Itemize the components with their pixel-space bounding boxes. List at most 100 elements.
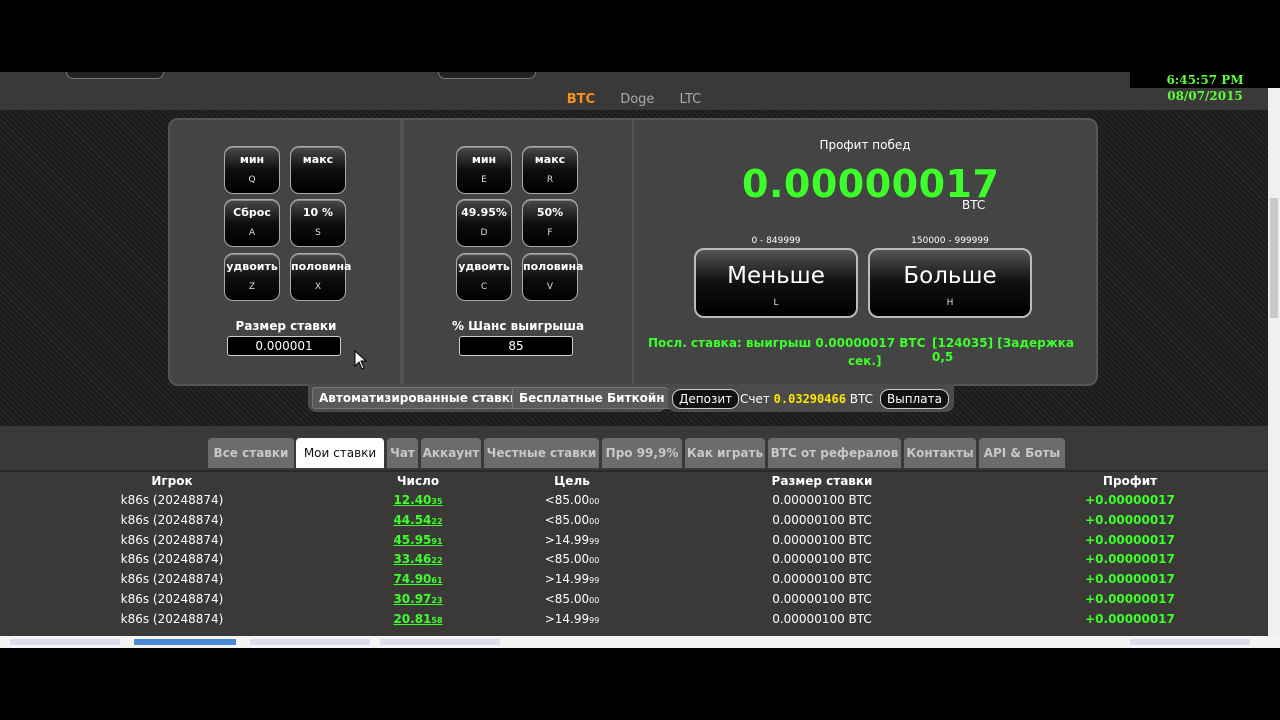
bet-double-button[interactable]: удвоить Z [224, 253, 280, 301]
target-small: 99 [589, 615, 600, 625]
table-cell: >14.9999 [512, 533, 632, 547]
button-label: удвоить [226, 260, 278, 273]
chance-half-button[interactable]: половина V [522, 253, 584, 301]
table-cell: >14.9999 [512, 612, 632, 626]
scrollbar-thumb[interactable] [1270, 198, 1278, 318]
currency-doge[interactable]: Doge [620, 89, 654, 111]
button-label: мин [471, 153, 497, 166]
cell-bet-size: 0.00000100 BTC [772, 493, 872, 507]
currency-btc[interactable]: BTC [567, 89, 595, 111]
hotkey: Z [248, 282, 256, 292]
cell-profit: +0.00000017 [1085, 592, 1175, 606]
target-main: >14.99 [544, 611, 590, 626]
target-small: 00 [589, 497, 600, 506]
roll-number: 45.95 [393, 532, 432, 547]
balance-value: 0.03290466 [773, 392, 846, 406]
cell-player: k86s (20248874) [120, 572, 224, 587]
tab-api-bots[interactable]: API & Боты [979, 438, 1065, 468]
hotkey: V [546, 282, 554, 292]
deposit-button[interactable]: Депозит [672, 389, 740, 409]
roll-high-button[interactable]: Больше H [868, 248, 1032, 318]
chance-max-button[interactable]: макс R [522, 146, 578, 194]
table-cell: k86s (20248874) [72, 612, 272, 626]
button-label: 49.95% [461, 206, 507, 219]
table-cell: k86s (20248874) [72, 513, 272, 527]
currency-ltc[interactable]: LTC [680, 89, 702, 111]
tab-about-999[interactable]: Про 99,9% [602, 438, 682, 468]
chance-50-button[interactable]: 50% F [522, 199, 578, 247]
table-cell: <85.0000 [512, 513, 632, 527]
chance-double-button[interactable]: удвоить C [456, 253, 512, 301]
withdraw-button[interactable]: Выплата [880, 389, 949, 409]
roll-low-button[interactable]: Меньше L [694, 248, 858, 318]
cell-bet-size: 0.00000100 BTC [772, 611, 872, 626]
button-label: макс [302, 153, 334, 166]
roll-number-link[interactable]: 30.9723 [393, 592, 442, 606]
roll-number-link[interactable]: 12.4035 [393, 493, 442, 507]
roll-number-link[interactable]: 45.9591 [393, 533, 442, 547]
tab-account[interactable]: Аккаунт [421, 438, 481, 468]
table-cell: 74.9061 [358, 572, 478, 586]
win-chance-input[interactable]: 85 [459, 336, 573, 356]
bet-half-button[interactable]: половина X [290, 253, 351, 301]
top-button-left[interactable] [66, 72, 164, 79]
tab-referrals[interactable]: BTC от рефералов [768, 438, 901, 468]
taskbar-item[interactable] [250, 639, 370, 645]
roll-number-link[interactable]: 74.9061 [393, 572, 442, 586]
page-scrollbar[interactable] [1268, 88, 1280, 636]
target-main: >14.99 [544, 532, 590, 547]
bet-max-button[interactable]: макс [290, 146, 346, 194]
tab-contacts[interactable]: Контакты [904, 438, 976, 468]
bet-10pct-button[interactable]: 10 % S [290, 199, 346, 247]
profit-panel: Профит побед 0.00000017 BTC 0 - 849999 1… [632, 118, 1098, 386]
chance-min-button[interactable]: мин E [456, 146, 512, 194]
bet-min-button[interactable]: мин Q [224, 146, 280, 194]
cell-player: k86s (20248874) [120, 552, 224, 567]
col-player: Игрок [151, 474, 193, 488]
roll-number-link[interactable]: 44.5422 [393, 513, 442, 527]
bet-size-panel: мин Q макс Сброс A 10 % S удвоить Z половина… [168, 118, 402, 386]
roll-number: 44.54 [393, 512, 432, 527]
target-value: >14.9999 [545, 533, 600, 547]
tab-my-bets[interactable]: Мои ставки [296, 438, 384, 468]
tab-fair-bets[interactable]: Честные ставки [484, 438, 599, 468]
chance-4995-button[interactable]: 49.95% D [456, 199, 512, 247]
table-cell: +0.00000017 [1050, 513, 1210, 527]
hotkey: H [946, 298, 954, 308]
taskbar-item[interactable] [380, 639, 500, 645]
button-label: удвоить [458, 260, 510, 273]
bet-reset-button[interactable]: Сброс A [224, 199, 280, 247]
mouse-cursor-icon [354, 350, 368, 370]
table-cell: k86s (20248874) [72, 533, 272, 547]
taskbar [0, 636, 1280, 648]
free-bitcoin-button[interactable]: Бесплатные Биткойн [512, 387, 672, 409]
dice-site: BTC Doge LTC мин Q макс Сброс A 10 % S удво… [0, 72, 1268, 640]
tray-icons[interactable] [1130, 639, 1250, 645]
hotkey: R [546, 175, 554, 185]
bet-size-input[interactable]: 0.000001 [227, 336, 341, 356]
target-main: <85.00 [544, 493, 590, 507]
tab-chat[interactable]: Чат [387, 438, 418, 468]
hotkey: L [773, 298, 779, 308]
taskbar-item-active[interactable] [134, 639, 236, 645]
cell-profit: +0.00000017 [1085, 572, 1175, 587]
roll-number-link[interactable]: 33.4622 [393, 552, 442, 566]
profit-unit: BTC [962, 198, 986, 212]
table-cell: +0.00000017 [1050, 572, 1210, 586]
table-cell: +0.00000017 [1050, 592, 1210, 606]
cell-bet-size: 0.00000100 BTC [772, 572, 872, 587]
auto-bets-button[interactable]: Автоматизированные ставки [312, 387, 526, 409]
account-bar: Депозит Счет 0.03290466 BTC Выплата [668, 384, 954, 412]
top-button-center[interactable] [438, 72, 536, 79]
roll-number-link[interactable]: 20.8158 [393, 612, 442, 626]
tab-how-to-play[interactable]: Как играть [685, 438, 765, 468]
table-cell: +0.00000017 [1050, 612, 1210, 626]
hotkey: S [315, 228, 321, 238]
taskbar-item[interactable] [10, 639, 120, 645]
button-label: половина [523, 260, 584, 273]
hotkey: C [480, 282, 488, 292]
tab-all-bets[interactable]: Все ставки [208, 438, 294, 468]
roll-number: 30.97 [393, 592, 432, 606]
col-profit: Профит [1102, 474, 1158, 488]
target-main: >14.99 [544, 572, 590, 587]
